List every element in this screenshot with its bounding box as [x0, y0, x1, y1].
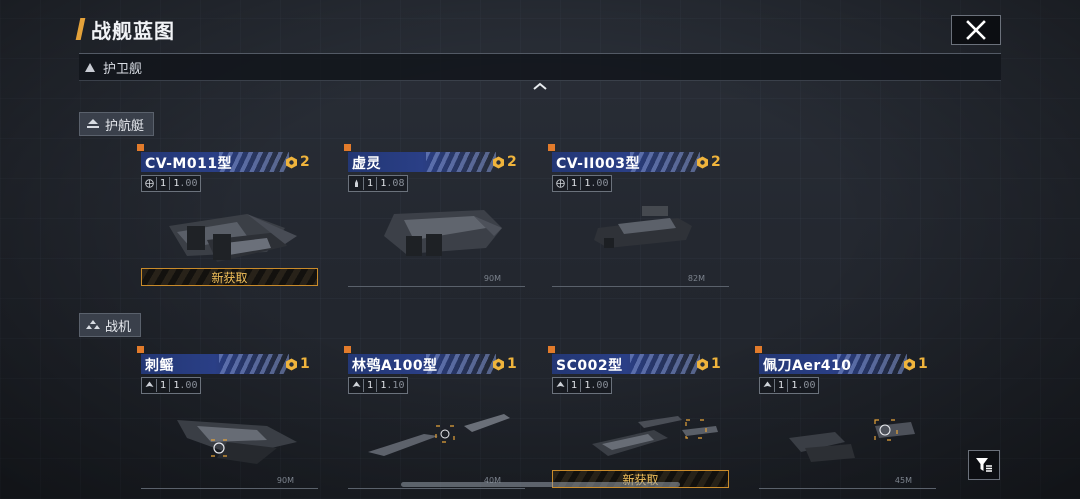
scroll-indicator[interactable]	[401, 482, 680, 487]
ship-name: 虚灵	[352, 156, 381, 172]
section-tab-fighter[interactable]: 战机	[79, 313, 142, 337]
ship-card-linxiao-a100[interactable]: 林鸮A100型 1 1 1.10 40M	[344, 346, 526, 491]
tier-emblem-icon	[904, 358, 915, 370]
tier-number: 1	[507, 356, 517, 372]
tier-number: 1	[300, 356, 310, 372]
ship-ciyao-image	[177, 420, 297, 464]
card-corner-marker	[548, 346, 555, 353]
ship-length-ruler: 82M	[552, 272, 729, 287]
ship-tier-badge: 1	[492, 356, 517, 372]
ship-linxiao-a100-image	[368, 414, 510, 456]
ship-tier-badge: 1	[696, 356, 721, 372]
ship-length: 45M	[894, 476, 912, 485]
card-corner-marker	[344, 346, 351, 353]
ship-peidao-aer410-image	[789, 419, 915, 462]
ship-name: 刺鳐	[145, 358, 174, 374]
ship-cv-m011-image	[169, 214, 297, 262]
fighter-class-icon	[86, 320, 100, 329]
tier-emblem-icon	[697, 156, 708, 168]
ship-sc002-image	[592, 416, 718, 456]
ship-card-ciyao[interactable]: 刺鳐 1 1 1.00 90M	[137, 346, 319, 491]
ship-xuling-image	[384, 210, 502, 256]
escort-class-icon	[87, 119, 99, 128]
tier-number: 2	[711, 154, 721, 170]
ship-tier-badge: 2	[696, 154, 721, 170]
close-button[interactable]	[951, 15, 1001, 45]
ship-tier-badge: 1	[285, 356, 310, 372]
newly-acquired-banner: 新获取	[141, 268, 318, 286]
ship-length-ruler: 90M	[141, 474, 318, 489]
ship-length: 90M	[483, 274, 501, 283]
ship-card-sc002[interactable]: SC002型 1 1 1.00 新获取	[548, 346, 730, 491]
category-bar-frigate[interactable]: 护卫舰	[79, 53, 1001, 81]
ship-length: 82M	[687, 274, 705, 283]
tier-number: 1	[918, 356, 928, 372]
ship-name: 林鸮A100型	[352, 358, 438, 374]
ship-name: 佩刀Aer410	[763, 358, 852, 374]
ship-name: CV-M011型	[145, 156, 233, 172]
ship-name: SC002型	[556, 358, 623, 374]
card-corner-marker	[344, 144, 351, 151]
filter-icon	[976, 458, 992, 472]
ship-length-ruler: 90M	[348, 272, 525, 287]
collapse-chevron-up-icon[interactable]	[531, 80, 549, 92]
section-label: 护航艇	[105, 118, 145, 134]
card-corner-marker	[137, 346, 144, 353]
ship-length: 90M	[276, 476, 294, 485]
ship-tier-badge: 1	[903, 356, 928, 372]
close-icon	[966, 20, 986, 40]
tier-number: 1	[711, 356, 721, 372]
title-accent-bar	[75, 18, 86, 40]
ship-tier-badge: 2	[285, 154, 310, 170]
ship-name: CV-II003型	[556, 156, 641, 172]
ship-length-ruler: 45M	[759, 474, 936, 489]
ship-tier-badge: 2	[492, 154, 517, 170]
section-label: 战机	[105, 319, 132, 335]
ship-card-cv-ii003[interactable]: CV-II003型 2 1 1.00 82M	[548, 144, 730, 289]
page-title: 战舰蓝图	[75, 14, 175, 44]
status-label: 新获取	[211, 270, 248, 285]
tier-number: 2	[300, 154, 310, 170]
tier-emblem-icon	[697, 358, 708, 370]
tier-emblem-icon	[493, 358, 504, 370]
card-corner-marker	[548, 144, 555, 151]
filter-button[interactable]	[968, 450, 1000, 480]
card-corner-marker	[137, 144, 144, 151]
tier-emblem-icon	[493, 156, 504, 168]
category-label: 护卫舰	[103, 61, 143, 77]
ship-card-xuling[interactable]: 虚灵 2 1 1.08 90M	[344, 144, 526, 289]
ship-card-cv-m011[interactable]: CV-M011型 2 1 1.00 新获取	[137, 144, 319, 289]
ship-cv-ii003-image	[594, 206, 692, 248]
page-title-text: 战舰蓝图	[91, 18, 175, 43]
section-tab-escort[interactable]: 护航艇	[79, 112, 155, 136]
category-triangle-icon	[85, 62, 95, 72]
ship-card-peidao-aer410[interactable]: 佩刀Aer410 1 1 1.00 45M	[755, 346, 937, 491]
tier-emblem-icon	[286, 156, 297, 168]
card-corner-marker	[755, 346, 762, 353]
tier-emblem-icon	[286, 358, 297, 370]
tier-number: 2	[507, 154, 517, 170]
